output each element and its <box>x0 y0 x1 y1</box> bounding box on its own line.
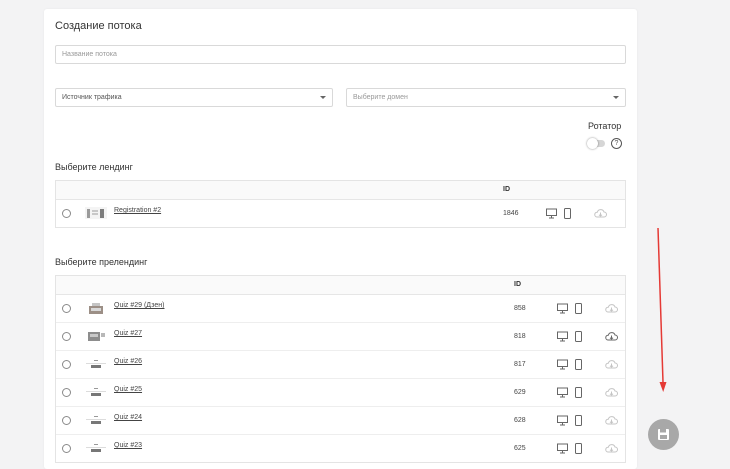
prelanding-id: 817 <box>514 361 526 368</box>
domain-placeholder: Выберите домен <box>353 94 408 101</box>
table-header: ID <box>56 276 625 295</box>
prelanding-rows: Quiz #29 (Дзен) 858 Quiz #27 818 Quiz #26 817… <box>56 295 625 462</box>
prelanding-table: ID Quiz #29 (Дзен) 858 Quiz #27 818 Quiz #26… <box>55 275 626 463</box>
save-fab-button[interactable] <box>648 419 679 450</box>
prelanding-name-link[interactable]: Quiz #26 <box>114 358 142 365</box>
radio-button[interactable] <box>62 332 71 341</box>
table-row[interactable]: Quiz #29 (Дзен) 858 <box>56 295 625 323</box>
landing-table: ID Registration #2 1846 <box>55 180 626 228</box>
mobile-icon <box>575 331 582 342</box>
table-row[interactable]: Registration #2 1846 <box>56 200 625 227</box>
prelanding-name-link[interactable]: Quiz #23 <box>114 442 142 449</box>
prelanding-thumbnail <box>85 415 107 425</box>
landing-thumbnail <box>85 207 107 219</box>
desktop-icon <box>557 443 568 454</box>
red-arrow-annotation <box>657 227 667 392</box>
mobile-icon <box>575 443 582 454</box>
table-row[interactable]: Quiz #23 625 <box>56 435 625 462</box>
toggle-knob <box>587 138 598 149</box>
landing-section-title: Выберите лендинг <box>55 162 133 172</box>
table-header: ID <box>56 181 625 200</box>
prelanding-thumbnail <box>88 332 105 341</box>
rotator-label: Ротатор <box>588 121 622 131</box>
prelanding-id: 818 <box>514 333 526 340</box>
cloud-download-icon[interactable] <box>605 359 618 370</box>
radio-button[interactable] <box>62 304 71 313</box>
stream-name-input[interactable]: Название потока <box>55 45 626 64</box>
cloud-download-icon[interactable] <box>605 443 618 454</box>
desktop-icon <box>557 303 568 314</box>
page-title: Создание потока <box>55 20 142 32</box>
cloud-download-icon[interactable] <box>605 387 618 398</box>
radio-button[interactable] <box>62 444 71 453</box>
mobile-icon <box>564 208 571 219</box>
chevron-down-icon <box>320 96 326 99</box>
traffic-source-select[interactable]: Источник трафика <box>55 88 333 107</box>
desktop-icon <box>557 331 568 342</box>
mobile-icon <box>575 359 582 370</box>
radio-button[interactable] <box>62 209 71 218</box>
traffic-source-value: Источник трафика <box>62 94 122 101</box>
prelanding-id: 628 <box>514 417 526 424</box>
chevron-down-icon <box>613 96 619 99</box>
id-column-header: ID <box>503 186 510 193</box>
rotator-toggle[interactable] <box>587 138 605 149</box>
desktop-icon <box>557 415 568 426</box>
radio-button[interactable] <box>62 416 71 425</box>
save-icon <box>658 429 669 440</box>
mobile-icon <box>575 387 582 398</box>
domain-select[interactable]: Выберите домен <box>346 88 626 107</box>
mobile-icon <box>575 303 582 314</box>
stream-name-placeholder: Название потока <box>62 51 117 58</box>
mobile-icon <box>575 415 582 426</box>
prelanding-id: 625 <box>514 445 526 452</box>
prelanding-name-link[interactable]: Quiz #27 <box>114 330 142 337</box>
desktop-icon <box>557 359 568 370</box>
prelanding-thumbnail <box>85 387 107 397</box>
help-icon[interactable]: ? <box>611 138 622 149</box>
prelanding-id: 629 <box>514 389 526 396</box>
cloud-download-icon[interactable] <box>605 303 618 314</box>
prelanding-name-link[interactable]: Quiz #29 (Дзен) <box>114 302 165 309</box>
id-column-header: ID <box>514 281 521 288</box>
desktop-icon <box>557 387 568 398</box>
create-stream-card: Создание потока Название потока Источник… <box>44 9 637 469</box>
table-row[interactable]: Quiz #25 629 <box>56 379 625 407</box>
prelanding-thumbnail <box>85 443 107 453</box>
cloud-download-icon[interactable] <box>605 331 618 342</box>
cloud-download-icon[interactable] <box>594 208 607 219</box>
prelanding-section-title: Выберите прелендинг <box>55 257 148 267</box>
radio-button[interactable] <box>62 388 71 397</box>
table-row[interactable]: Quiz #26 817 <box>56 351 625 379</box>
prelanding-id: 858 <box>514 305 526 312</box>
table-row[interactable]: Quiz #27 818 <box>56 323 625 351</box>
prelanding-name-link[interactable]: Quiz #25 <box>114 386 142 393</box>
table-row[interactable]: Quiz #24 628 <box>56 407 625 435</box>
prelanding-thumbnail <box>89 303 103 314</box>
prelanding-thumbnail <box>85 359 107 369</box>
landing-name-link[interactable]: Registration #2 <box>114 207 161 214</box>
landing-id: 1846 <box>503 210 519 217</box>
radio-button[interactable] <box>62 360 71 369</box>
cloud-download-icon[interactable] <box>605 415 618 426</box>
desktop-icon <box>546 208 557 219</box>
prelanding-name-link[interactable]: Quiz #24 <box>114 414 142 421</box>
